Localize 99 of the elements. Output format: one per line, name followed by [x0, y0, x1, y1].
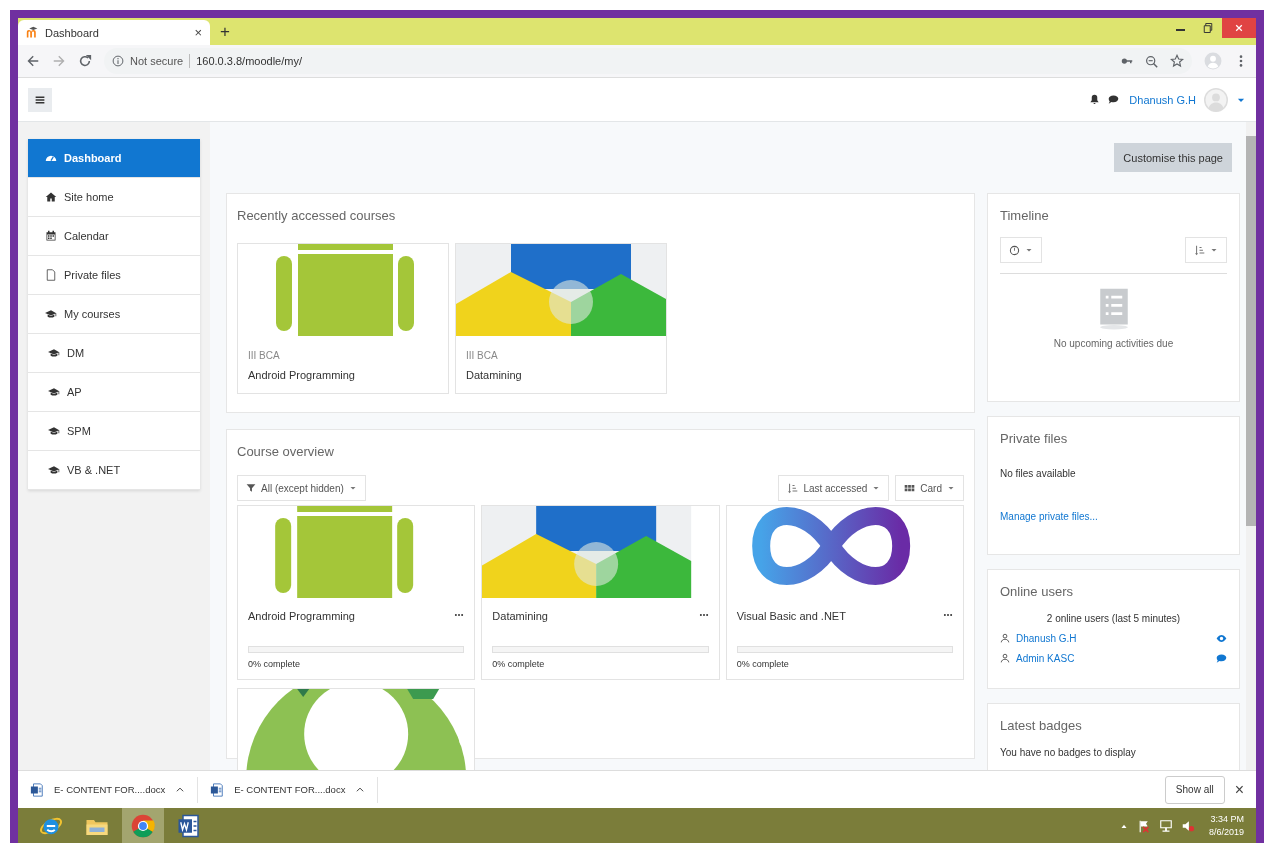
block-title: Latest badges [1000, 718, 1083, 733]
course-name-link[interactable]: Datamining [492, 610, 548, 622]
empty-message: No upcoming activities due [1053, 338, 1174, 349]
nav-item[interactable]: Private files [28, 256, 200, 295]
nav-item[interactable]: SPM [28, 412, 200, 451]
block-title: Timeline [1000, 208, 1050, 223]
user-icon [1000, 633, 1010, 643]
graduation-cap-icon [48, 464, 60, 476]
block-title: Private files [1000, 431, 1069, 446]
view-dropdown[interactable]: Card [895, 475, 964, 501]
user-link[interactable]: Admin KASC [1016, 652, 1210, 664]
user-menu-link[interactable]: Dhanush G.H [1129, 93, 1196, 106]
graduation-cap-icon [45, 308, 57, 320]
empty-message: You have no badges to display [1000, 747, 1137, 758]
caret-icon [1025, 246, 1033, 254]
address-bar[interactable]: Not secure 160.0.3.8/moodle/my/ [104, 48, 1192, 74]
browser-tab[interactable]: Dashboard × [18, 20, 210, 45]
restore-icon [1202, 22, 1214, 34]
clock-date: 8/6/2019 [1208, 825, 1244, 839]
user-link[interactable]: Dhanush G.H [1016, 632, 1210, 644]
security-label: Not secure [130, 55, 184, 67]
nav-item[interactable]: Dashboard [28, 139, 200, 178]
date-filter-dropdown[interactable] [1000, 237, 1042, 263]
block-title: Recently accessed courses [237, 208, 397, 223]
scrollbar-thumb[interactable] [1246, 136, 1256, 526]
progress-text: 0% complete [736, 659, 790, 669]
online-summary: 2 online users (last 5 minutes) [1045, 613, 1182, 624]
course-card[interactable]: Datamining 0% complete [481, 505, 720, 680]
download-item[interactable]: E- CONTENT FOR....docx [18, 776, 199, 803]
course-category: III BCA [466, 350, 499, 361]
home-icon [45, 191, 57, 203]
course-card[interactable]: III BCA Android Programming [237, 243, 449, 394]
menu-button[interactable] [28, 87, 52, 112]
nav-item[interactable]: Calendar [28, 217, 200, 256]
nav-item[interactable]: My courses [28, 295, 200, 334]
caret-icon [1210, 246, 1218, 254]
course-card[interactable]: III BCA Datamining [455, 243, 667, 394]
new-tab-button[interactable]: + [220, 21, 230, 42]
download-item[interactable]: E- CONTENT FOR....docx [198, 776, 379, 803]
graduation-cap-icon [48, 347, 60, 359]
word-document-icon [177, 813, 201, 838]
avatar-icon [1204, 87, 1228, 112]
info-icon [112, 55, 124, 67]
notification-bell-icon[interactable] [1089, 94, 1101, 105]
graduation-cap-icon [48, 386, 60, 398]
calendar-icon [45, 230, 57, 242]
tab-title: Dashboard [45, 26, 100, 39]
bookmark-star-icon[interactable] [1170, 54, 1184, 68]
caret-icon [872, 484, 881, 492]
nav-item[interactable]: Site home [28, 178, 200, 217]
moodle-favicon-icon [26, 26, 39, 39]
customise-page-button[interactable]: Customise this page [1114, 143, 1232, 172]
minimize-icon [1175, 29, 1185, 31]
progress-text: 0% complete [492, 659, 546, 669]
course-category: III BCA [248, 350, 281, 361]
chrome-icon [131, 813, 155, 838]
block-title: Course overview [237, 444, 335, 459]
filter-icon [246, 483, 256, 493]
sort-dropdown[interactable]: Last accessed [778, 475, 890, 501]
document-icon [210, 782, 225, 797]
course-name-link[interactable]: Android Programming [248, 369, 438, 381]
nav-item[interactable]: DM [28, 334, 200, 373]
clock-icon [1009, 244, 1020, 256]
grid-icon [904, 482, 916, 494]
zoom-icon[interactable] [1145, 54, 1158, 68]
course-name-link[interactable]: Visual Basic and .NET [736, 610, 846, 622]
network-icon[interactable] [1158, 818, 1173, 833]
back-icon[interactable] [26, 54, 40, 68]
eye-icon[interactable] [1216, 632, 1227, 644]
block-title: Online users [1000, 584, 1074, 599]
url-text: 160.0.3.8/moodle/my/ [196, 55, 302, 67]
course-image[interactable] [456, 244, 666, 336]
manage-files-link[interactable]: Manage private files... [1000, 511, 1227, 522]
caret-icon [348, 484, 357, 492]
key-icon[interactable] [1121, 55, 1133, 67]
scrollbar[interactable] [1246, 122, 1256, 770]
progress-text: 0% complete [248, 659, 302, 669]
filter-dropdown[interactable]: All (except hidden) [237, 475, 366, 501]
reload-icon[interactable] [78, 54, 92, 68]
user-icon [1000, 653, 1010, 663]
document-icon [30, 782, 44, 797]
caret-icon [947, 484, 955, 492]
clock-time: 3:34 PM [1210, 812, 1244, 826]
sort-icon [1194, 244, 1205, 256]
course-card[interactable]: Android Programming 0% complete [237, 505, 476, 680]
graduation-cap-icon [48, 425, 60, 437]
course-card[interactable]: Visual Basic and .NET 0% complete [725, 505, 964, 680]
show-all-button[interactable]: Show all [1164, 775, 1225, 804]
nav-item[interactable]: AP [28, 373, 200, 412]
message-icon[interactable] [1108, 94, 1120, 105]
course-name-link[interactable]: Android Programming [248, 610, 355, 622]
sort-icon [787, 482, 799, 494]
nav-item[interactable]: VB & .NET [28, 451, 200, 490]
close-icon [1234, 23, 1244, 33]
close-download-bar-button[interactable]: × [1234, 780, 1244, 799]
course-name-link[interactable]: Datamining [466, 369, 656, 381]
file-icon [45, 269, 57, 281]
empty-message: No files available [1000, 468, 1077, 479]
tab-close-button[interactable]: × [194, 25, 202, 40]
